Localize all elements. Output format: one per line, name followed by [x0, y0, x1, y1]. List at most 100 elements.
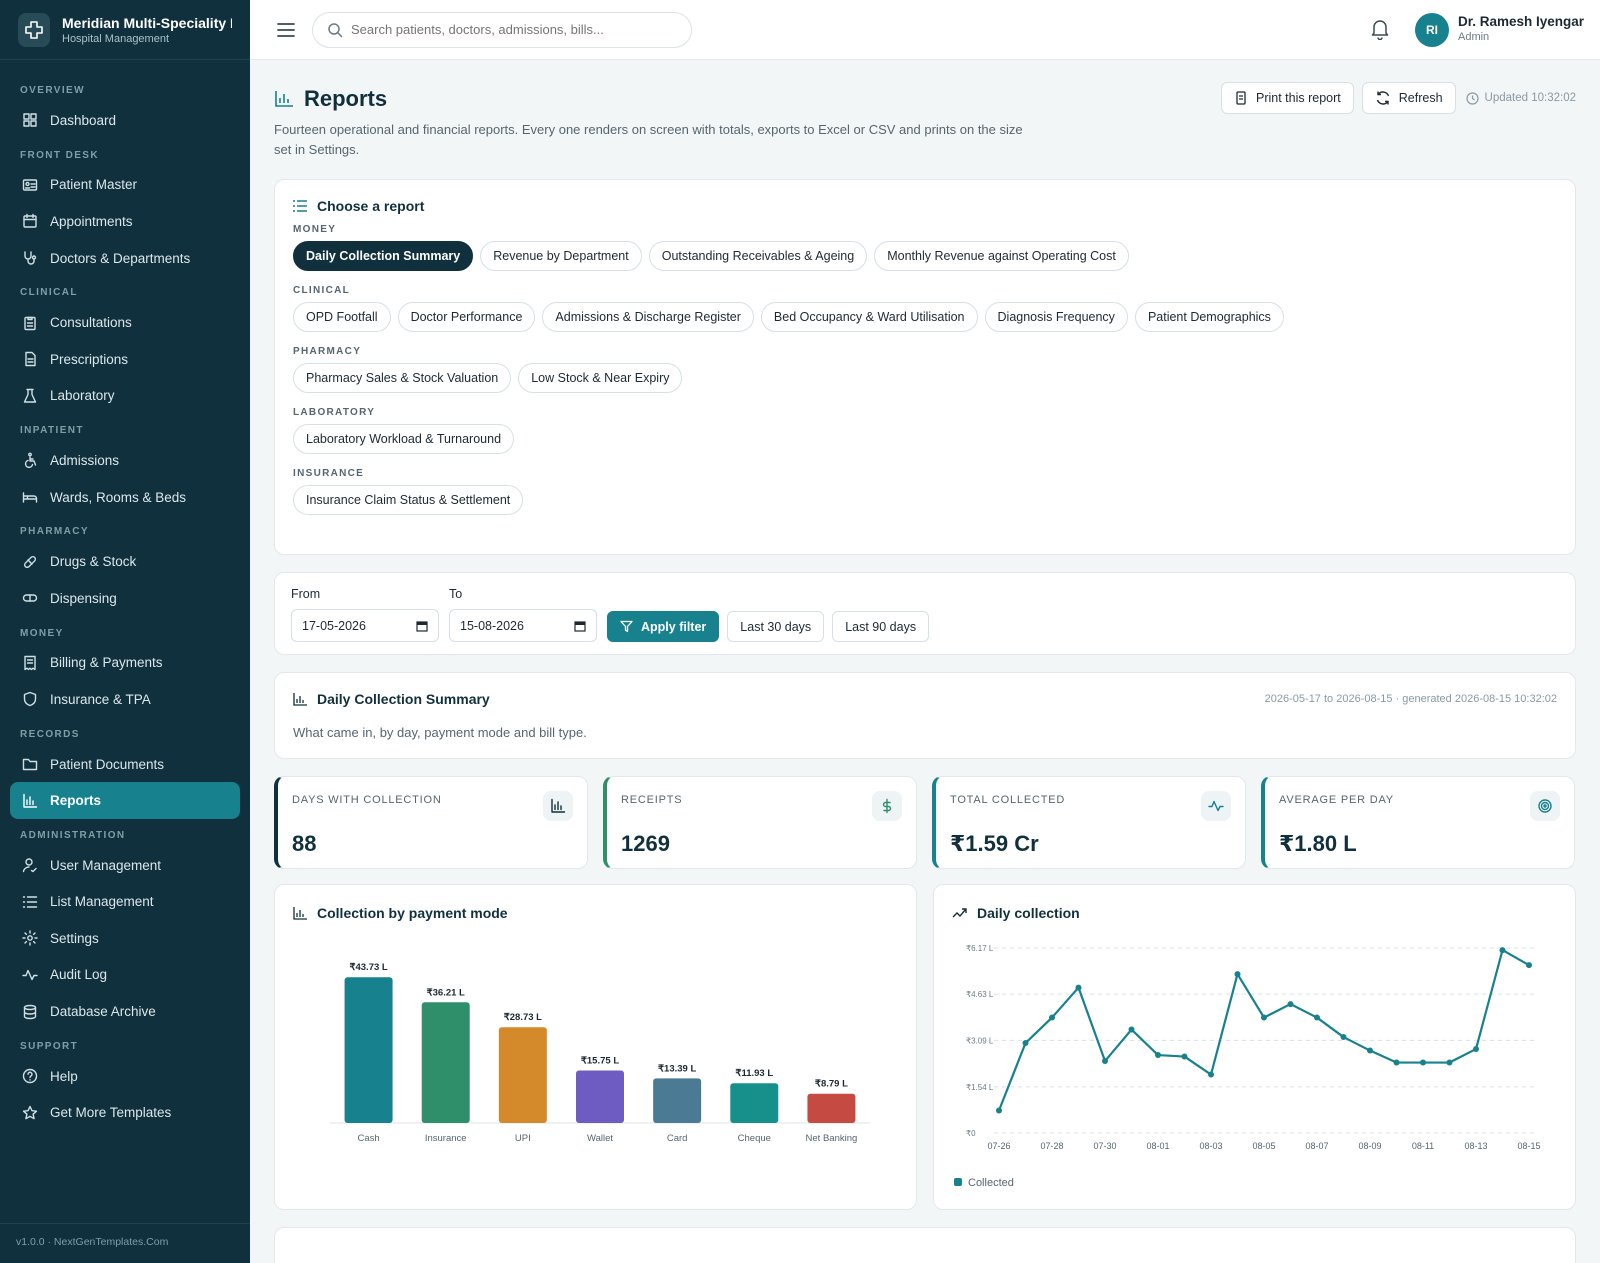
- last-90-days-button[interactable]: Last 90 days: [832, 611, 930, 642]
- data-point[interactable]: [1155, 1052, 1161, 1059]
- report-chip[interactable]: Patient Demographics: [1134, 302, 1284, 332]
- report-chip[interactable]: Daily Collection Summary: [293, 241, 474, 271]
- sidebar-item-database-archive[interactable]: Database Archive: [0, 993, 250, 1030]
- kpi-value: ₹1.80 L: [1279, 831, 1357, 856]
- sidebar-item-label: Dashboard: [50, 112, 117, 128]
- sidebar-item-help[interactable]: Help: [0, 1058, 250, 1095]
- data-point[interactable]: [1499, 947, 1506, 954]
- bar-chart-icon: [293, 692, 307, 706]
- data-point[interactable]: [1261, 1014, 1267, 1021]
- capsule-icon: [22, 590, 38, 606]
- sidebar-item-patient-documents[interactable]: Patient Documents: [0, 746, 250, 783]
- bar[interactable]: [576, 1070, 624, 1124]
- sidebar-item-doctors-departments[interactable]: Doctors & Departments: [0, 240, 250, 277]
- sidebar-item-settings[interactable]: Settings: [0, 920, 250, 957]
- report-chip[interactable]: Laboratory Workload & Turnaround: [293, 424, 515, 454]
- sidebar-item-wards-rooms-beds[interactable]: Wards, Rooms & Beds: [0, 479, 250, 516]
- bar-category-label: UPI: [515, 1133, 531, 1144]
- bar[interactable]: [344, 977, 393, 1123]
- sidebar-item-list-management[interactable]: List Management: [0, 884, 250, 921]
- report-chip[interactable]: Low Stock & Near Expiry: [518, 363, 683, 393]
- last-30-days-button[interactable]: Last 30 days: [727, 611, 825, 642]
- bar-category-label: Wallet: [587, 1133, 613, 1144]
- sidebar-item-drugs-stock[interactable]: Drugs & Stock: [0, 543, 250, 580]
- data-point[interactable]: [1340, 1034, 1347, 1041]
- report-chip[interactable]: Pharmacy Sales & Stock Valuation: [293, 363, 512, 393]
- page-description: Fourteen operational and financial repor…: [274, 122, 1023, 157]
- legend-swatch: [954, 1178, 962, 1186]
- report-chip[interactable]: Admissions & Discharge Register: [542, 302, 754, 332]
- bar-category-label: Insurance: [425, 1133, 467, 1144]
- sidebar-item-admissions[interactable]: Admissions: [0, 442, 250, 479]
- sidebar-item-get-more-templates[interactable]: Get More Templates: [0, 1094, 250, 1131]
- data-point[interactable]: [1022, 1040, 1029, 1047]
- report-chip[interactable]: Bed Occupancy & Ward Utilisation: [760, 302, 978, 332]
- from-date-input[interactable]: 17-05-2026: [291, 609, 439, 642]
- data-point[interactable]: [1208, 1071, 1214, 1078]
- apply-filter-button[interactable]: Apply filter: [607, 611, 720, 642]
- data-point[interactable]: [996, 1107, 1002, 1114]
- user-avatar[interactable]: RI: [1415, 13, 1449, 47]
- sidebar-item-billing-payments[interactable]: Billing & Payments: [0, 645, 250, 682]
- global-search[interactable]: [312, 11, 692, 48]
- sidebar-item-dispensing[interactable]: Dispensing: [0, 580, 250, 617]
- sidebar-item-dashboard[interactable]: Dashboard: [0, 102, 250, 139]
- data-point[interactable]: [1287, 1001, 1294, 1008]
- chooser-title: Choose a report: [317, 198, 425, 214]
- report-chip[interactable]: OPD Footfall: [293, 302, 391, 332]
- data-point[interactable]: [1420, 1059, 1426, 1066]
- report-chip[interactable]: Diagnosis Frequency: [984, 302, 1128, 332]
- sidebar-item-audit-log[interactable]: Audit Log: [0, 957, 250, 994]
- sidebar-item-label: User Management: [50, 857, 162, 873]
- bar[interactable]: [730, 1083, 779, 1123]
- bar[interactable]: [807, 1093, 856, 1123]
- sidebar-item-consultations[interactable]: Consultations: [0, 304, 250, 341]
- report-chip[interactable]: Revenue by Department: [480, 241, 642, 271]
- report-chip[interactable]: Outstanding Receivables & Ageing: [648, 241, 868, 271]
- report-chip-group: OPD Footfall Doctor Performance Admissions…: [293, 302, 1557, 332]
- sidebar-item-label: Dispensing: [50, 590, 117, 606]
- sidebar-item-patient-master[interactable]: Patient Master: [0, 167, 250, 204]
- data-point[interactable]: [1526, 962, 1532, 969]
- bar[interactable]: [421, 1002, 470, 1123]
- bar-value-label: ₹36.21 L: [427, 987, 465, 998]
- data-point[interactable]: [1473, 1046, 1479, 1053]
- data-point[interactable]: [1446, 1059, 1453, 1066]
- bar[interactable]: [653, 1078, 702, 1123]
- bar-value-label: ₹15.75 L: [581, 1056, 619, 1067]
- sidebar-item-reports[interactable]: Reports: [10, 782, 240, 819]
- report-chip[interactable]: Monthly Revenue against Operating Cost: [874, 241, 1129, 271]
- sidebar-item-prescriptions[interactable]: Prescriptions: [0, 341, 250, 378]
- print-report-button[interactable]: Print this report: [1221, 82, 1354, 114]
- data-point[interactable]: [1393, 1059, 1400, 1066]
- refresh-button[interactable]: Refresh: [1361, 82, 1456, 114]
- stethoscope-icon: [22, 250, 38, 266]
- data-point[interactable]: [1234, 971, 1241, 978]
- sidebar-item-insurance-tpa[interactable]: Insurance & TPA: [0, 681, 250, 718]
- gear-icon: [22, 930, 38, 947]
- sidebar-item-appointments[interactable]: Appointments: [0, 203, 250, 240]
- daily-collection-chart-card: Daily collection ₹0 ₹1.54 L ₹3.09 L ₹4.63 L…: [933, 884, 1576, 1210]
- bar-value-label: ₹28.73 L: [504, 1012, 542, 1023]
- report-chip[interactable]: Doctor Performance: [397, 302, 536, 332]
- data-point[interactable]: [1049, 1014, 1055, 1021]
- report-chip[interactable]: Insurance Claim Status & Settlement: [293, 485, 524, 515]
- data-point[interactable]: [1102, 1058, 1108, 1065]
- dollar-icon: [872, 791, 902, 821]
- hamburger-menu-icon[interactable]: [274, 18, 298, 42]
- data-point[interactable]: [1367, 1047, 1373, 1054]
- notifications-bell-icon[interactable]: [1370, 18, 1394, 42]
- data-point[interactable]: [1314, 1014, 1320, 1021]
- data-point[interactable]: [1075, 984, 1082, 991]
- from-date-field: From 17-05-2026: [291, 587, 439, 642]
- to-date-input[interactable]: 15-08-2026: [449, 609, 597, 642]
- sidebar-item-laboratory[interactable]: Laboratory: [0, 378, 250, 415]
- data-point[interactable]: [1181, 1053, 1188, 1060]
- sidebar-item-label: Audit Log: [50, 967, 108, 983]
- sidebar-item-user-management[interactable]: User Management: [0, 847, 250, 884]
- x-tick-label: 08-13: [1464, 1141, 1487, 1151]
- bar[interactable]: [498, 1027, 547, 1123]
- user-name[interactable]: Dr. Ramesh Iyengar: [1458, 14, 1584, 29]
- data-point[interactable]: [1128, 1026, 1135, 1033]
- search-input[interactable]: [351, 22, 671, 37]
